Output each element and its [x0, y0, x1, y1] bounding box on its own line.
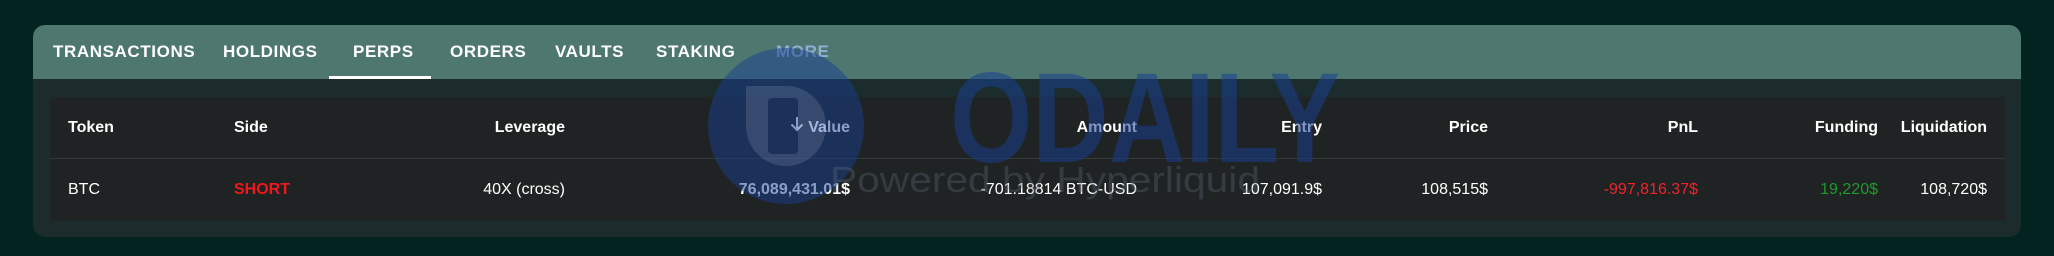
- header-value-sort[interactable]: Value: [650, 97, 850, 158]
- cell-value: 76,089,431.01$: [738, 181, 850, 198]
- cell-funding: 19,220$: [1820, 181, 1878, 198]
- arrow-down-icon: [790, 97, 804, 158]
- header-entry[interactable]: Entry: [1170, 97, 1322, 158]
- header-funding[interactable]: Funding: [1730, 97, 1878, 158]
- header-price[interactable]: Price: [1350, 97, 1488, 158]
- tab-staking[interactable]: STAKING: [656, 25, 735, 79]
- cell-liquidation: 108,720$: [1920, 181, 1987, 198]
- cell-token: BTC: [68, 181, 100, 198]
- tab-bar: TRANSACTIONS HOLDINGS PERPS ORDERS VAULT…: [33, 25, 2021, 79]
- header-liquidation[interactable]: Liquidation: [1890, 97, 1987, 158]
- tab-vaults[interactable]: VAULTS: [555, 25, 624, 79]
- positions-panel: TRANSACTIONS HOLDINGS PERPS ORDERS VAULT…: [33, 25, 2021, 237]
- cell-side: SHORT: [234, 181, 290, 198]
- tab-transactions[interactable]: TRANSACTIONS: [53, 25, 195, 79]
- cell-pnl: -997,816.37$: [1603, 181, 1698, 198]
- header-leverage[interactable]: Leverage: [400, 97, 565, 158]
- header-token[interactable]: Token: [68, 97, 114, 158]
- cell-entry: 107,091.9$: [1241, 181, 1322, 198]
- tab-perps[interactable]: PERPS: [353, 25, 414, 79]
- header-side[interactable]: Side: [234, 97, 268, 158]
- header-amount[interactable]: Amount: [930, 97, 1137, 158]
- positions-table: Token Side Leverage Value Amount Entry P…: [50, 97, 2005, 221]
- active-tab-indicator: [329, 76, 431, 79]
- cell-amount: -701.18814 BTC-USD: [980, 181, 1137, 198]
- tab-holdings[interactable]: HOLDINGS: [223, 25, 318, 79]
- cell-leverage: 40X (cross): [483, 181, 565, 198]
- tab-orders[interactable]: ORDERS: [450, 25, 526, 79]
- cell-price: 108,515$: [1421, 181, 1488, 198]
- tab-more[interactable]: MORE: [776, 25, 829, 79]
- header-value: Value: [808, 119, 850, 136]
- header-pnl[interactable]: PnL: [1530, 97, 1698, 158]
